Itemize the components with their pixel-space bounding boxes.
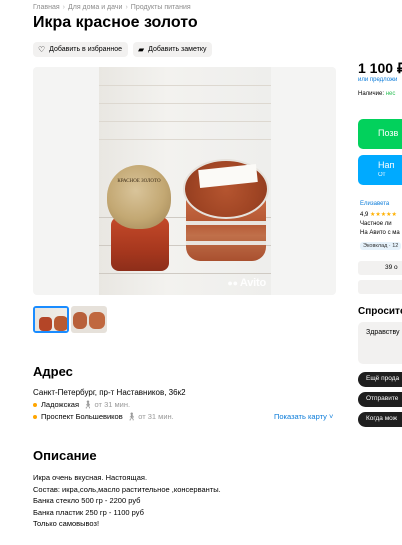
seller-since: На Авито с ма	[360, 230, 400, 236]
description-line: Состав: икра,соль,масло растительное ,ко…	[33, 484, 221, 494]
write-button-sublabel: От	[378, 172, 386, 178]
seller-ads-count[interactable]: 39 о	[358, 261, 402, 275]
thumbnail-2[interactable]	[71, 306, 107, 333]
metro-time: от 31 мин.	[138, 412, 174, 421]
breadcrumb-separator-icon: ›	[125, 4, 128, 11]
metro-name: Проспект Большевиков	[41, 412, 123, 421]
description-text: Икра очень вкусная. Настоящая. Состав: и…	[33, 472, 221, 530]
description-heading: Описание	[33, 448, 97, 463]
description-line: Икра очень вкусная. Настоящая.	[33, 473, 148, 482]
price: 1 100 ₽	[358, 60, 402, 76]
address-heading: Адрес	[33, 364, 73, 379]
add-to-favorites-label: Добавить в избранное	[49, 46, 123, 53]
call-button-label: Позв	[378, 128, 399, 138]
watermark-text: Avito	[239, 277, 266, 289]
write-button-label: Нап	[378, 160, 395, 170]
ask-seller-heading: Спросите	[358, 306, 402, 317]
availability-label: Наличие:	[358, 91, 385, 97]
quick-reply-button[interactable]: Ещё прода	[358, 372, 402, 387]
description-line: Банка стекло 500 гр - 2200 руб	[33, 496, 141, 506]
metro-line-icon	[33, 402, 37, 407]
photo-gallery[interactable]: КРАСНОЕ ЗОЛОТО ●● Avito	[33, 67, 336, 295]
breadcrumb-subcategory[interactable]: Продукты питания	[131, 4, 191, 11]
heart-icon: ♡	[38, 45, 46, 54]
price-offer-link[interactable]: или предложи	[358, 77, 397, 83]
rating-stars-icon: ★★★★★	[370, 212, 397, 218]
description-line: Банка пластик 250 гр - 1100 руб	[33, 507, 144, 517]
main-photo: КРАСНОЕ ЗОЛОТО	[99, 67, 271, 295]
seller-rating-value: 4,9	[360, 212, 369, 218]
jar-lid	[107, 165, 171, 229]
add-note-button[interactable]: ▰ Добавить заметку	[133, 42, 213, 57]
seller-tag: Эковклад · 12	[360, 242, 402, 250]
seller-name[interactable]: Елизавета	[360, 201, 389, 207]
walking-icon: 🚶︎	[83, 400, 93, 409]
page-title: Икра красное золото	[33, 14, 198, 31]
subscribe-button[interactable]	[358, 280, 402, 294]
thumbnail-1[interactable]	[33, 306, 69, 333]
quick-reply-button[interactable]: Когда мож	[358, 412, 402, 427]
seller-rating: 4,9 ★★★★★	[360, 211, 397, 218]
chevron-down-icon: ˅	[326, 412, 334, 421]
breadcrumb-category[interactable]: Для дома и дачи	[68, 4, 122, 11]
breadcrumb-separator-icon: ›	[62, 4, 65, 11]
metro-station: Ладожская 🚶︎ от 31 мин.	[33, 400, 130, 409]
metro-station: Проспект Большевиков 🚶︎ от 31 мин.	[33, 412, 174, 421]
show-map-link[interactable]: Показать карту ˅	[274, 412, 333, 421]
jar-label: КРАСНОЕ ЗОЛОТО	[117, 179, 161, 184]
availability-value: нес	[385, 91, 396, 97]
breadcrumb: Главная › Для дома и дачи › Продукты питания	[33, 4, 191, 11]
add-to-favorites-button[interactable]: ♡ Добавить в избранное	[33, 42, 129, 57]
metro-time: от 31 мин.	[94, 400, 131, 409]
breadcrumb-home[interactable]: Главная	[33, 4, 60, 11]
description-line: Только самовывоз!	[33, 519, 100, 529]
plastic-tub	[183, 159, 269, 269]
avito-watermark: ●● Avito	[227, 277, 266, 289]
call-button[interactable]: Позв	[358, 119, 402, 149]
metro-name: Ладожская	[41, 400, 80, 409]
availability: Наличие: нес	[358, 91, 395, 97]
note-icon: ▰	[138, 45, 145, 54]
message-input[interactable]: Здравству	[358, 322, 402, 364]
metro-line-icon	[33, 414, 37, 419]
address-text: Санкт-Петербург, пр-т Наставников, 36к2	[33, 388, 186, 397]
add-note-label: Добавить заметку	[148, 46, 207, 53]
quick-reply-button[interactable]: Отправите	[358, 392, 402, 407]
write-button[interactable]: Нап От	[358, 155, 402, 185]
walking-icon: 🚶︎	[126, 412, 137, 421]
show-map-label: Показать карту	[274, 412, 327, 421]
avito-logo-icon: ●●	[227, 278, 238, 288]
seller-type: Частное ли	[360, 221, 392, 227]
